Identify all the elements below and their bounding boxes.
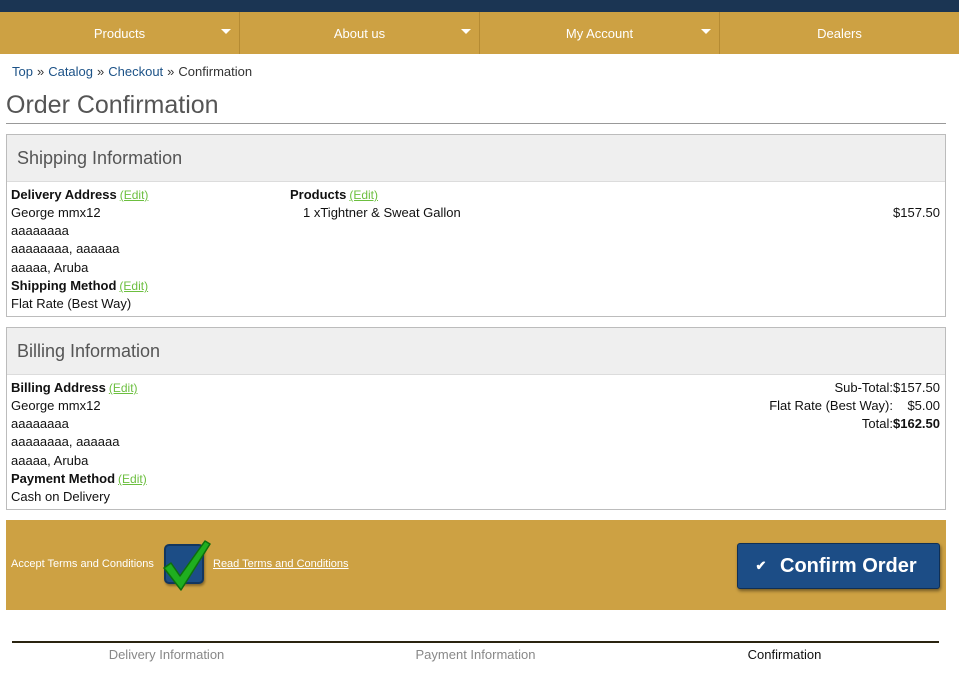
nav-item-label: About us [333,25,386,41]
checkout-progress-line [12,641,939,643]
confirm-order-label: Confirm Order [780,554,917,577]
edit-shipping-method-link[interactable]: (Edit) [119,279,148,293]
billing-address-line: George mmx12 [11,398,101,413]
breadcrumb-link-top[interactable]: Top [12,64,33,79]
subtotal-label: Sub-Total: [834,380,893,395]
edit-delivery-address-link[interactable]: (Edit) [120,188,149,202]
nav-item-label: Products [93,25,146,41]
shipping-cost-label: Flat Rate (Best Way): [769,398,893,413]
step-payment-information: Payment Information [415,647,536,662]
delivery-address-row: Delivery Address (Edit) [11,187,148,202]
title-divider [6,123,946,124]
total-value: $162.50 [893,416,940,431]
payment-method-label: Payment Method [11,471,116,486]
products-row: Products (Edit) [290,187,378,202]
breadcrumb: Top» Catalog» Checkout» Confirmation [12,64,252,79]
checkmark-icon[interactable] [161,538,211,592]
terms-bar: Accept Terms and Conditions Read Terms a… [6,520,946,610]
payment-method-value: Cash on Delivery [11,489,110,504]
shipping-method-value: Flat Rate (Best Way) [11,296,132,311]
billing-address-row: Billing Address (Edit) [11,380,138,395]
caret-down-icon[interactable] [461,29,471,34]
breadcrumb-separator: » [167,64,175,79]
billing-address-line: aaaaaaaa, aaaaaa [11,434,120,449]
shipping-method-label: Shipping Method [11,278,117,293]
delivery-address-line: George mmx12 [11,205,101,220]
page-title: Order Confirmation [6,91,219,119]
nav-item-products[interactable]: Products [0,12,240,54]
total-row: Total:$162.50 [862,416,940,431]
breadcrumb-current: Confirmation [178,64,253,79]
delivery-address-label: Delivery Address [11,187,117,202]
terms-label: Accept Terms and Conditions [11,558,154,570]
delivery-address-line: aaaaaaaa [11,223,69,238]
shipping-cost-value: $5.00 [907,398,940,413]
nav-item-label: My Account [565,25,634,41]
breadcrumb-link-catalog[interactable]: Catalog [48,64,93,79]
products-label: Products [290,187,347,202]
caret-down-icon[interactable] [221,29,231,34]
shipping-heading: Shipping Information [7,135,945,182]
edit-payment-method-link[interactable]: (Edit) [118,472,147,486]
nav-item-my-account[interactable]: My Account [480,12,720,54]
check-icon: ✔ [755,558,767,573]
step-delivery-information: Delivery Information [108,647,225,662]
edit-billing-address-link[interactable]: (Edit) [109,381,138,395]
breadcrumb-separator: » [36,64,45,79]
product-price: $157.50 [893,205,940,220]
total-label: Total: [861,416,893,431]
breadcrumb-separator: » [97,64,105,79]
shipping-method-row: Shipping Method (Edit) [11,278,148,293]
billing-heading: Billing Information [7,328,945,375]
confirm-order-button[interactable]: ✔ Confirm Order [737,543,940,589]
caret-down-icon[interactable] [701,29,711,34]
main-nav: Products About us My Account Dealers [0,12,959,54]
payment-method-row: Payment Method (Edit) [11,471,147,486]
billing-address-line: aaaaa, Aruba [11,453,89,468]
product-line: 1 xTightner & Sweat Gallon [303,205,461,220]
delivery-address-line: aaaaa, Aruba [11,260,89,275]
breadcrumb-link-checkout[interactable]: Checkout [108,64,163,79]
read-terms-link[interactable]: Read Terms and Conditions [213,558,349,570]
billing-address-label: Billing Address [11,380,106,395]
nav-item-label: Dealers [817,25,862,41]
billing-address-line: aaaaaaaa [11,416,69,431]
delivery-address-line: aaaaaaaa, aaaaaa [11,241,120,256]
nav-item-dealers[interactable]: Dealers [720,12,959,54]
shipping-panel: Shipping Information Delivery Address (Ed… [6,134,946,317]
top-bar [0,0,959,12]
subtotal-value: $157.50 [893,380,940,395]
shipping-cost-row: Flat Rate (Best Way): $5.00 [769,398,940,413]
step-confirmation: Confirmation [747,647,822,662]
billing-panel: Billing Information Billing Address (Edit… [6,327,946,510]
edit-products-link[interactable]: (Edit) [349,188,378,202]
subtotal-row: Sub-Total:$157.50 [834,380,940,395]
nav-item-about-us[interactable]: About us [240,12,480,54]
